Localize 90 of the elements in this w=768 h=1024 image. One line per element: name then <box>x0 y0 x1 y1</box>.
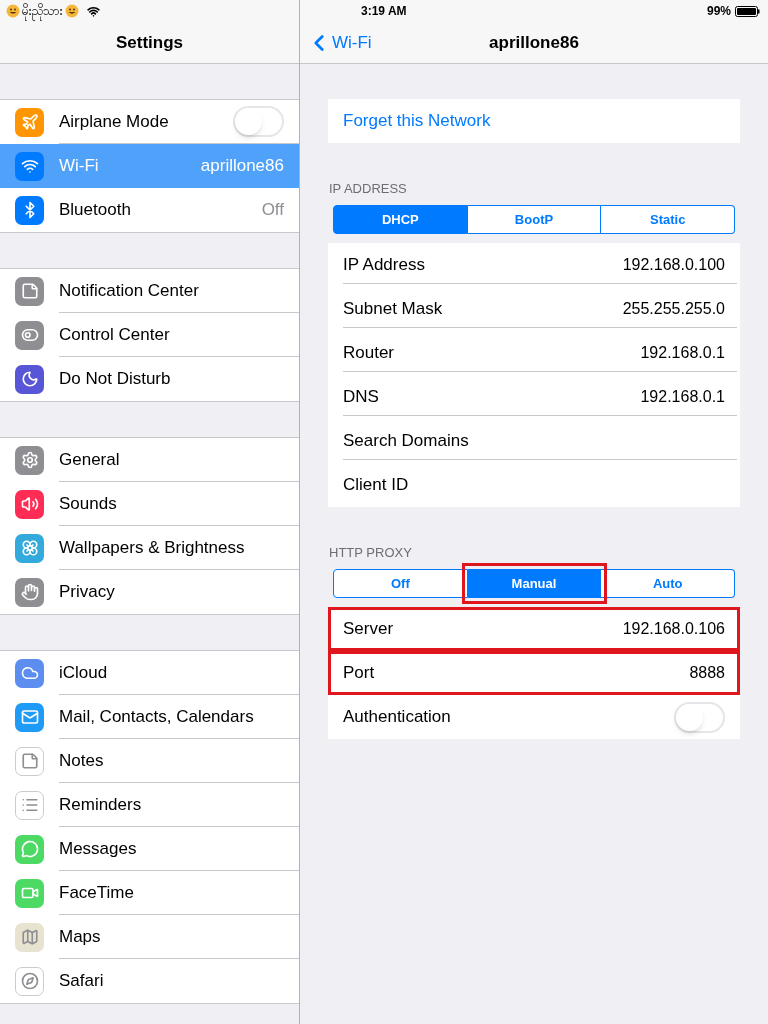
row-label: Mail, Contacts, Calendars <box>59 705 255 728</box>
row-label: Server <box>343 618 395 641</box>
row-value: 192.168.0.1 <box>640 386 725 407</box>
row-value: 8888 <box>689 663 725 683</box>
row-label: IP Address <box>343 253 426 276</box>
row-label: Reminders <box>59 793 143 816</box>
settings-row[interactable]: FaceTime <box>0 871 299 915</box>
settings-row[interactable]: iCloud <box>0 651 299 695</box>
toggle-switch[interactable] <box>674 701 725 733</box>
section-header: HTTP PROXY <box>329 543 412 562</box>
toggle-switch[interactable] <box>233 106 284 137</box>
segment-tab[interactable]: Auto <box>601 569 735 598</box>
row-label: iCloud <box>59 661 109 684</box>
settings-row[interactable]: Do Not Disturb <box>0 357 299 401</box>
compass-icon <box>15 966 44 996</box>
row-label: Control Center <box>59 323 171 346</box>
battery-percent: 99% <box>706 3 731 20</box>
settings-row[interactable]: Privacy <box>0 570 299 614</box>
carrier-name: မိုးညိုသား <box>22 2 63 20</box>
speaker-icon <box>15 489 44 519</box>
network-title: aprillone86 <box>489 31 579 54</box>
row-label: DNS <box>343 385 380 408</box>
row-label: Client ID <box>343 474 410 497</box>
settings-row[interactable]: General <box>0 438 299 482</box>
list-icon <box>15 790 44 820</box>
map-icon <box>15 922 44 952</box>
sidebar-title: Settings <box>115 31 184 54</box>
settings-row[interactable]: Wallpapers & Brightness <box>0 526 299 570</box>
row-label: Safari <box>59 970 105 993</box>
cloud-icon <box>15 658 44 688</box>
segment-tab[interactable]: Static <box>601 205 735 234</box>
row-value: Off <box>261 199 284 222</box>
row-value: 255.255.255.0 <box>622 298 725 319</box>
airplane-icon <box>15 107 44 137</box>
settings-row[interactable]: Notification Center <box>0 269 299 313</box>
settings-row[interactable]: Notes <box>0 739 299 783</box>
row-label: Wi-Fi <box>59 155 100 178</box>
row-label: Subnet Mask <box>343 297 444 320</box>
row-label: Privacy <box>59 581 116 604</box>
row-label: Notification Center <box>59 279 200 302</box>
row-label: Airplane Mode <box>59 110 170 133</box>
segment-tab[interactable]: BootP <box>467 205 602 234</box>
segment-tab[interactable]: Off <box>333 569 468 598</box>
notification-icon <box>15 276 44 306</box>
switches-icon <box>15 320 44 350</box>
row-label: Messages <box>59 837 138 860</box>
back-button[interactable]: Wi-Fi <box>308 29 372 56</box>
row-label: FaceTime <box>59 881 135 904</box>
flower-icon <box>15 533 44 563</box>
battery-icon <box>735 5 760 17</box>
envelope-icon <box>15 702 44 732</box>
forget-network-button[interactable]: Forget this Network <box>328 99 740 143</box>
settings-row[interactable]: Messages <box>0 827 299 871</box>
settings-row[interactable]: Control Center <box>0 313 299 357</box>
bluetooth-icon <box>15 195 44 225</box>
moon-icon <box>15 364 44 394</box>
video-camera-icon <box>15 878 44 908</box>
row-label: Wallpapers & Brightness <box>59 536 246 559</box>
row-value: aprillone86 <box>200 155 284 178</box>
settings-row[interactable]: Maps <box>0 915 299 959</box>
row-label: Port <box>343 662 376 685</box>
row-label: Sounds <box>59 492 118 515</box>
settings-row[interactable]: Safari <box>0 959 299 1003</box>
row-label: General <box>59 448 121 471</box>
row-label: Do Not Disturb <box>59 368 172 391</box>
settings-row[interactable]: Sounds <box>0 482 299 526</box>
row-label: Maps <box>59 925 102 948</box>
speech-bubble-icon <box>15 834 44 864</box>
segment-tab[interactable]: DHCP <box>333 205 468 234</box>
smiley-icon <box>6 4 20 18</box>
row-label: Authentication <box>343 706 452 729</box>
row-value: 192.168.0.100 <box>622 254 725 275</box>
status-time: 3:19 AM <box>361 3 408 20</box>
row-value: 192.168.0.1 <box>640 342 725 363</box>
section-header: IP ADDRESS <box>329 179 407 198</box>
row-value: 192.168.0.106 <box>622 619 725 639</box>
row-label: Notes <box>59 749 105 772</box>
wifi-signal-icon <box>87 4 100 18</box>
wifi-icon <box>15 151 44 181</box>
settings-row[interactable]: Mail, Contacts, Calendars <box>0 695 299 739</box>
hand-icon <box>15 577 44 607</box>
row-label: Search Domains <box>343 429 470 452</box>
row-label: Bluetooth <box>59 199 132 222</box>
gear-icon <box>15 445 44 475</box>
smiley-icon <box>65 4 79 18</box>
settings-row[interactable]: Reminders <box>0 783 299 827</box>
settings-row[interactable]: Bluetooth Off <box>0 188 299 232</box>
notepad-icon <box>15 746 44 776</box>
settings-row[interactable]: Airplane Mode <box>0 100 299 144</box>
row-label: Router <box>343 341 396 364</box>
